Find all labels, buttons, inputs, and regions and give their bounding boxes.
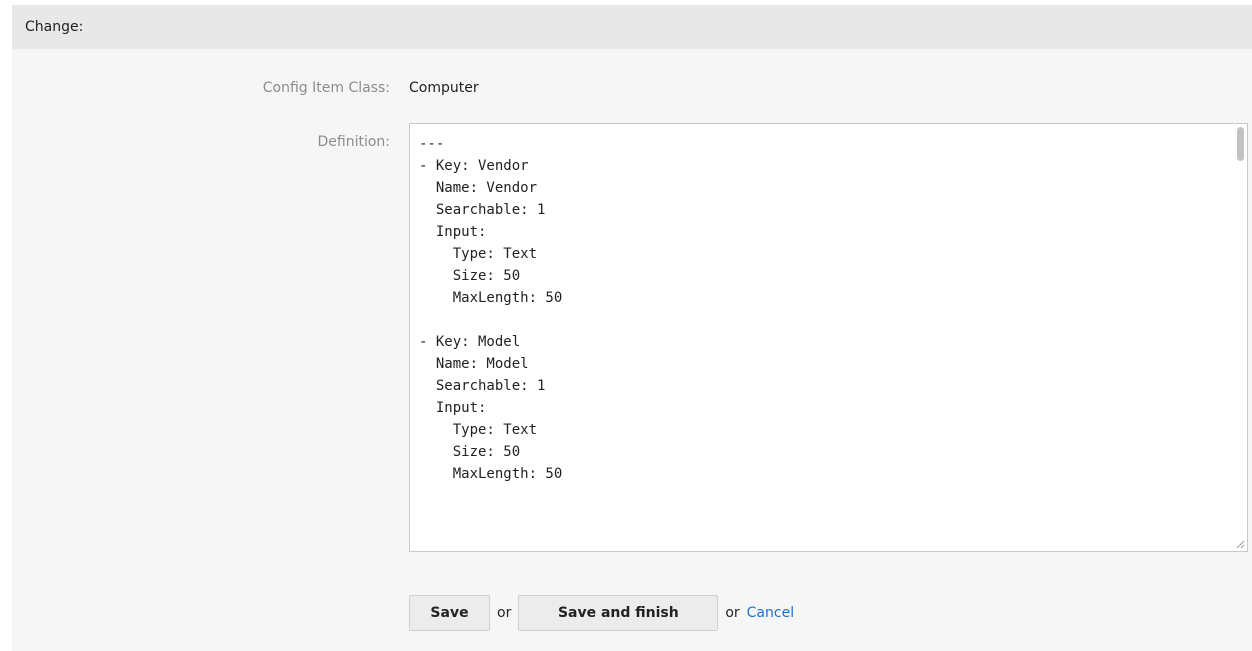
definition-label: Definition: [317, 134, 390, 150]
or-separator: or [497, 605, 512, 621]
scrollbar-thumb[interactable] [1237, 127, 1244, 161]
definition-text[interactable]: --- - Key: Vendor Name: Vendor Searchabl… [410, 124, 1247, 485]
form-actions: Save or Save and finish or Cancel [409, 595, 794, 631]
config-item-class-value: Computer [409, 80, 479, 96]
panel-title: Change: [25, 19, 84, 35]
or-separator: or [725, 605, 740, 621]
change-panel: Change: Config Item Class: Computer Defi… [12, 5, 1252, 651]
panel-header: Change: [12, 5, 1252, 49]
save-and-finish-button[interactable]: Save and finish [518, 595, 719, 631]
resize-handle-icon[interactable] [1235, 539, 1245, 549]
config-item-class-label: Config Item Class: [262, 80, 390, 96]
definition-scrollbar[interactable] [1236, 127, 1244, 537]
cancel-link[interactable]: Cancel [747, 605, 794, 621]
save-button[interactable]: Save [409, 595, 490, 631]
definition-textarea[interactable]: --- - Key: Vendor Name: Vendor Searchabl… [409, 123, 1248, 552]
